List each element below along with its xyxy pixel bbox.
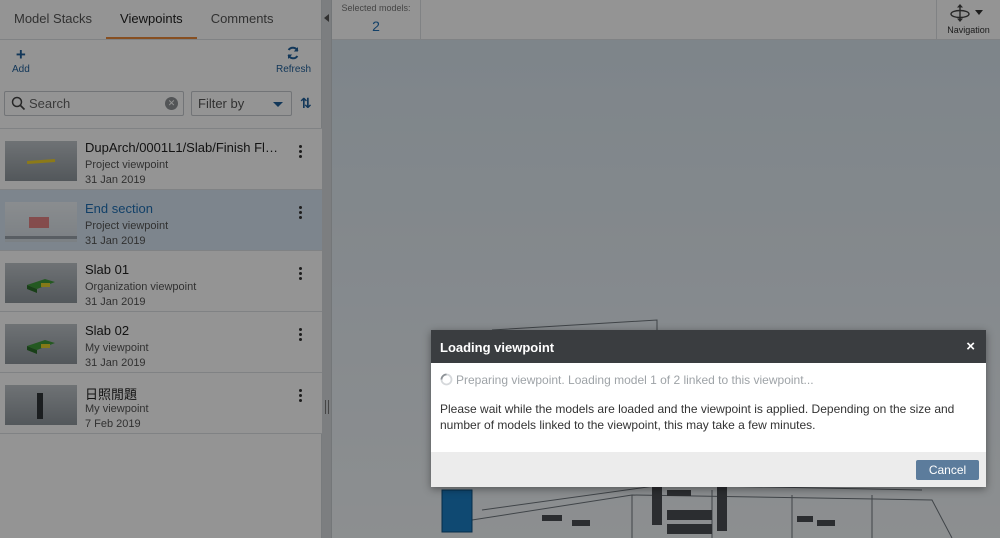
dialog-header: Loading viewpoint × [431,330,986,363]
loading-viewpoint-dialog: Loading viewpoint × Preparing viewpoint.… [431,330,986,487]
spinner-icon [440,373,453,389]
dialog-title: Loading viewpoint [440,340,555,355]
dialog-status: Preparing viewpoint. Loading model 1 of … [440,373,814,389]
dialog-message: Please wait while the models are loaded … [440,402,955,432]
close-icon[interactable]: × [966,338,975,355]
dialog-footer: Cancel [431,452,986,487]
dialog-status-text: Preparing viewpoint. Loading model 1 of … [456,373,814,388]
cancel-button[interactable]: Cancel [916,460,979,480]
